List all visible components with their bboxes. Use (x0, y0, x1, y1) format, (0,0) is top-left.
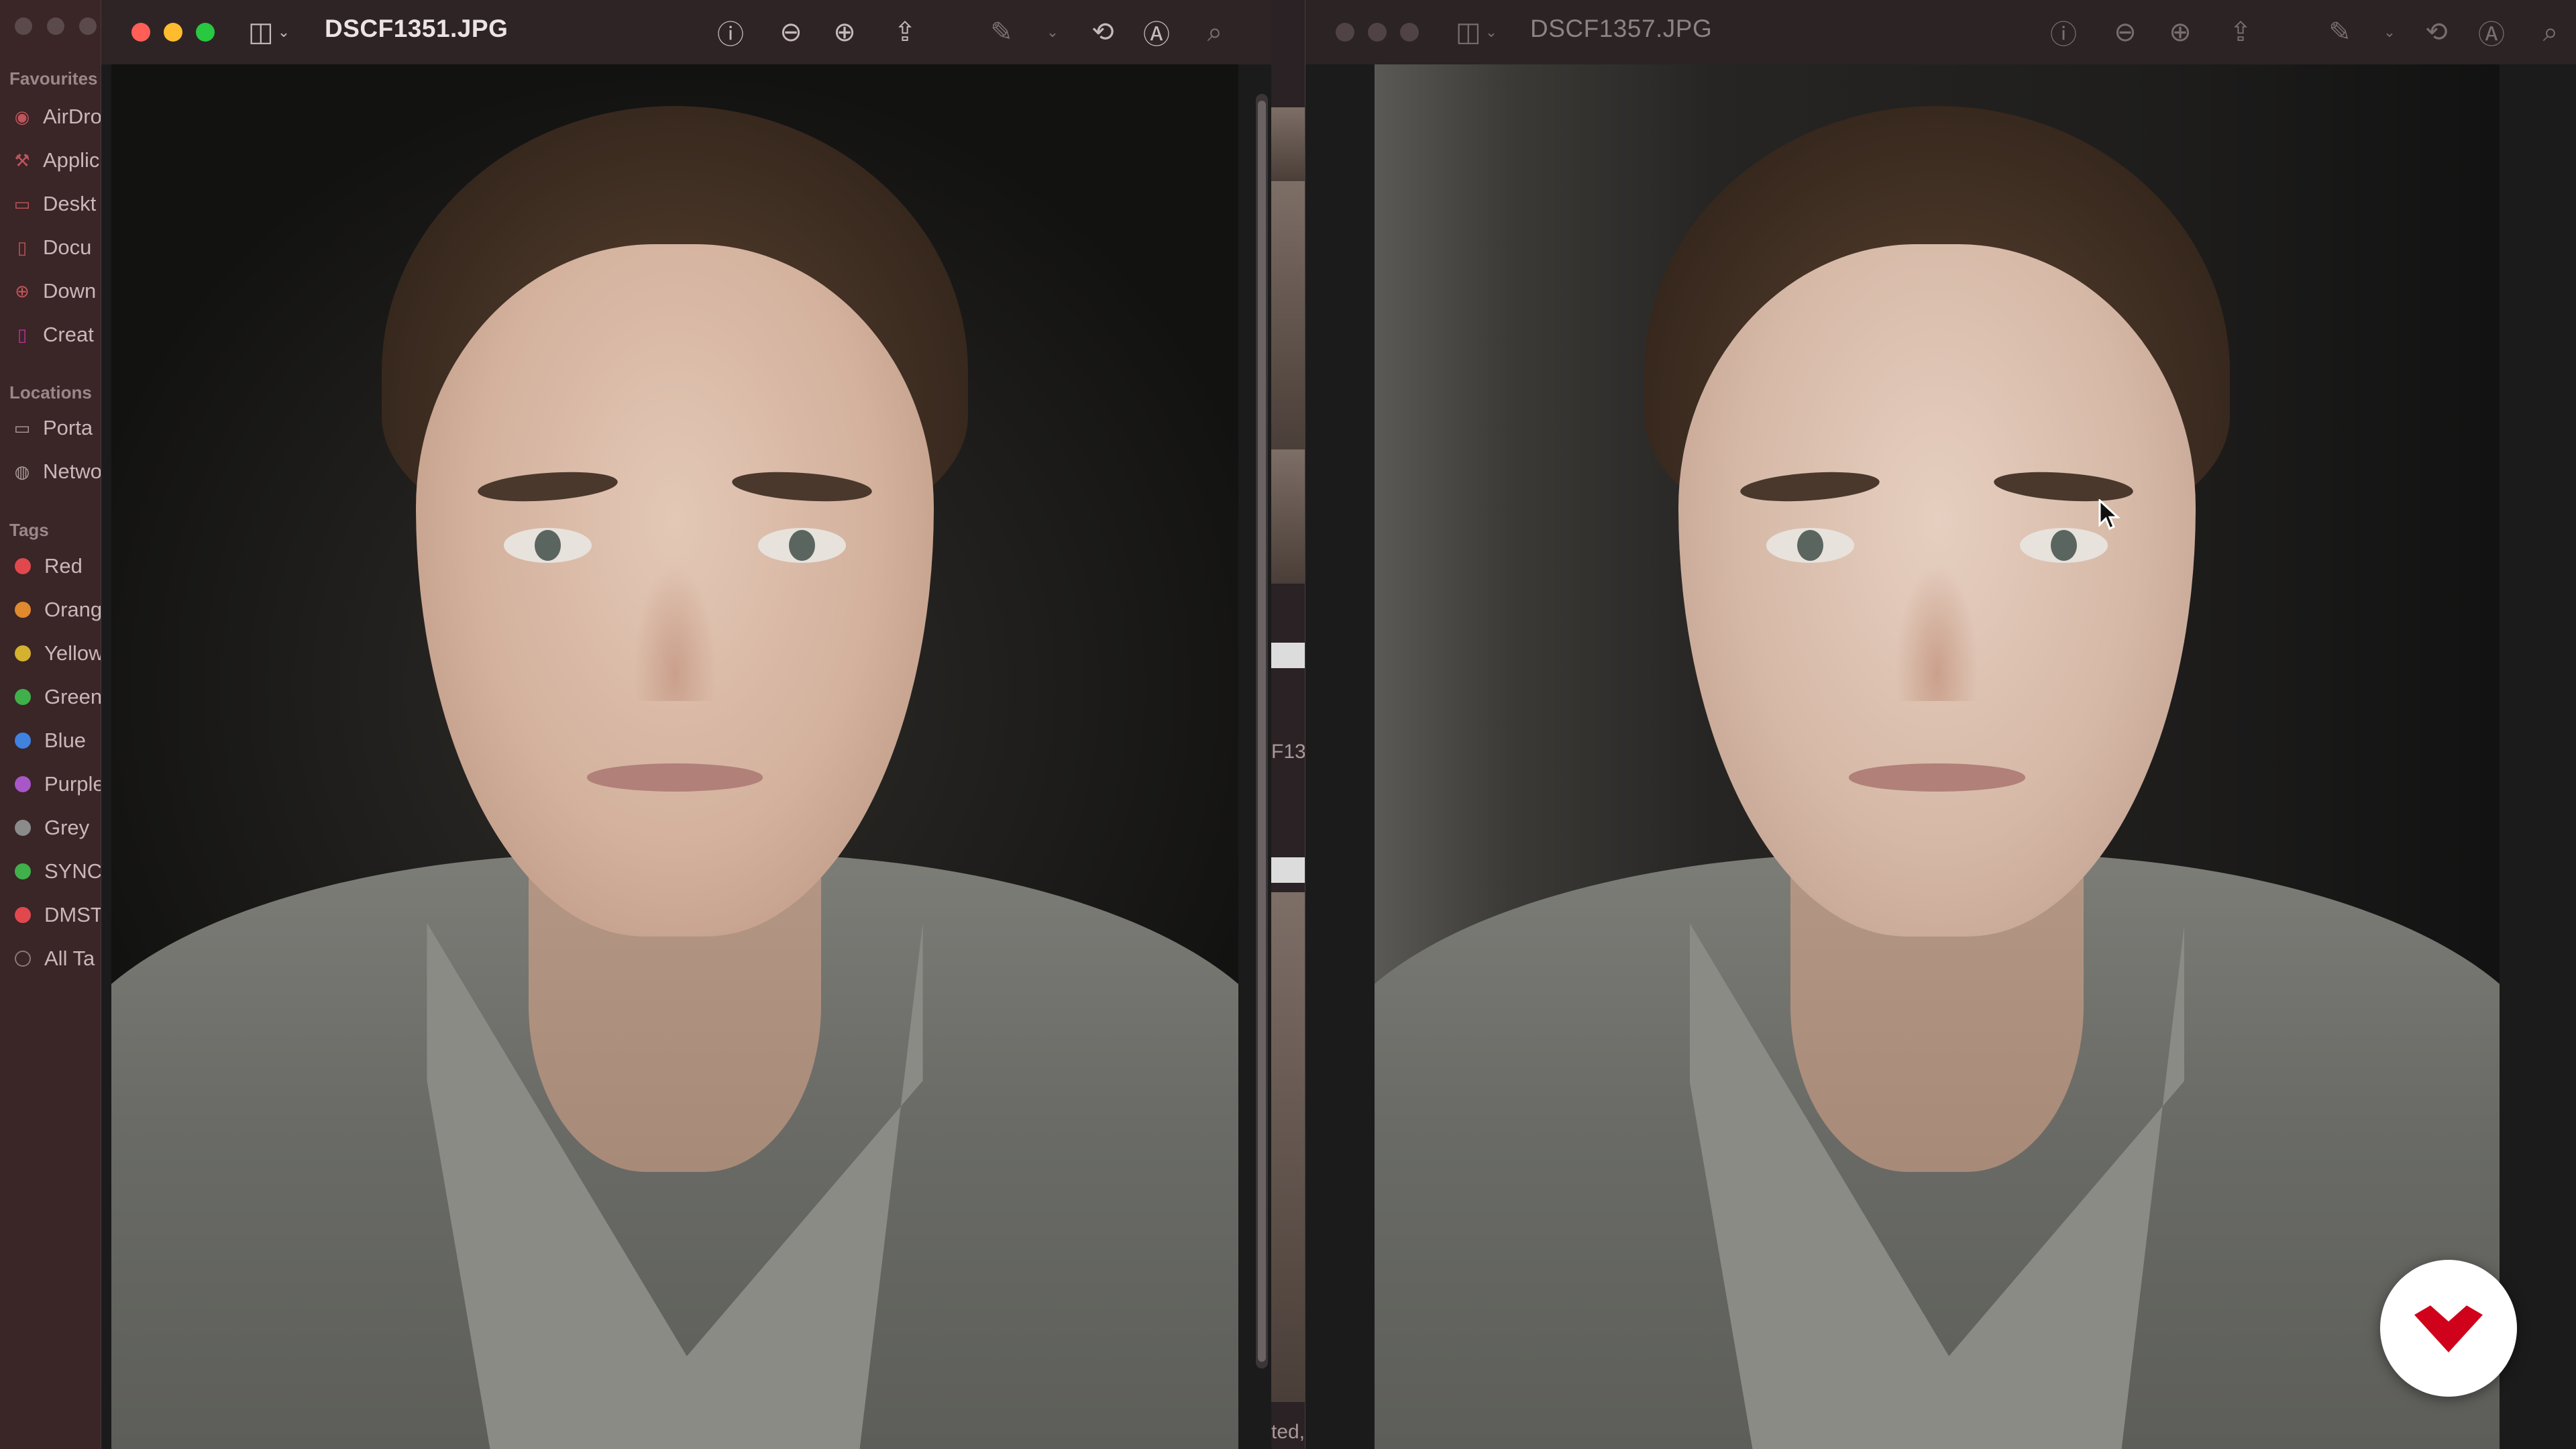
sidebar-toggle-icon[interactable]: ◫ ⌄ (1456, 12, 1497, 52)
info-icon[interactable]: ⓘ (2043, 12, 2084, 52)
thumbnail[interactable] (1271, 181, 1305, 449)
tag-color-dot (15, 558, 31, 574)
tag-green[interactable]: Green (12, 685, 102, 709)
network-icon: ◍ (14, 461, 30, 482)
titlebar[interactable]: ◫ ⌄ DSCF1351.JPG ⓘ ⊖ ⊕ ⇪ ✎ ⌄ ⟲ Ⓐ ⌕ (101, 0, 1272, 64)
sidebar-item-documents[interactable]: ▯ Docu (12, 235, 92, 260)
zoom-button[interactable] (196, 23, 215, 42)
sidebar-item-airdrop[interactable]: ◉ AirDro (12, 105, 102, 129)
tag-all-tags[interactable]: All Ta (12, 947, 95, 971)
sidebar-section-favourites: Favourites (9, 68, 98, 89)
scrollbar[interactable] (1256, 94, 1268, 1368)
documents-icon: ▯ (17, 237, 28, 258)
tag-sync[interactable]: SYNC (12, 859, 102, 883)
background-window-strip[interactable]: F135 ted, (1271, 0, 1305, 1449)
preview-window-left[interactable]: ◫ ⌄ DSCF1351.JPG ⓘ ⊖ ⊕ ⇪ ✎ ⌄ ⟲ Ⓐ ⌕ (101, 0, 1272, 1449)
search-icon[interactable]: ⌕ (2530, 12, 2571, 52)
photo-portrait (1375, 64, 2500, 1449)
close-button[interactable] (131, 23, 150, 42)
tag-red[interactable]: Red (12, 554, 83, 578)
tag-color-dot (15, 820, 31, 836)
brand-logo-icon (2414, 1305, 2483, 1352)
scroll-thumb[interactable] (1258, 101, 1266, 1362)
window-title: DSCF1357.JPG (1530, 15, 1713, 42)
finder-sidebar: Favourites ◉ AirDro ⚒ Applic ▭ Deskt ▯ Docu … (0, 0, 107, 1449)
tag-color-dot (15, 733, 31, 749)
tag-color-dot (15, 907, 31, 923)
brand-logo-badge (2380, 1260, 2517, 1397)
info-icon[interactable]: ⓘ (710, 12, 751, 52)
tag-orange[interactable]: Orang (12, 598, 102, 622)
sidebar-toggle-icon[interactable]: ◫ ⌄ (248, 12, 290, 52)
zoom-in-icon[interactable]: ⊕ (824, 12, 865, 52)
zoom-out-icon[interactable]: ⊖ (2105, 12, 2145, 52)
tag-color-dot (15, 602, 31, 618)
downloads-icon: ⊕ (15, 280, 30, 301)
tag-blue[interactable]: Blue (12, 729, 86, 753)
tag-color-dot (15, 776, 31, 792)
zoom-button[interactable] (1400, 23, 1419, 42)
search-icon[interactable]: ⌕ (1195, 12, 1235, 52)
tag-color-dot (15, 863, 31, 879)
rotate-icon[interactable]: ⟲ (1083, 12, 1123, 52)
sidebar-section-tags: Tags (9, 520, 49, 540)
sidebar-section-locations: Locations (9, 382, 92, 402)
sidebar-item-downloads[interactable]: ⊕ Down (12, 279, 96, 303)
close-button[interactable] (1336, 23, 1354, 42)
markup-icon[interactable]: Ⓐ (1136, 12, 1177, 52)
window-title: DSCF1351.JPG (325, 15, 508, 42)
sidebar-item-applications[interactable]: ⚒ Applic (12, 148, 99, 172)
text-fragment: ted, (1271, 1421, 1305, 1443)
desktop-icon: ▭ (13, 193, 31, 214)
photo-portrait (111, 64, 1238, 1449)
markup-pen-icon[interactable]: ✎ (2320, 12, 2360, 52)
document-icon: ▯ (17, 324, 28, 345)
markup-pen-icon[interactable]: ✎ (981, 12, 1022, 52)
titlebar[interactable]: ◫ ⌄ DSCF1357.JPG ⓘ ⊖ ⊕ ⇪ ✎ ⌄ ⟲ Ⓐ ⌕ (1305, 0, 2576, 64)
selection-bar (1271, 857, 1305, 883)
finder-window-controls (15, 17, 97, 35)
window-controls (131, 23, 215, 42)
sidebar-item-network[interactable]: ◍ Netwo (12, 460, 102, 484)
preview-window-right[interactable]: ◫ ⌄ DSCF1357.JPG ⓘ ⊖ ⊕ ⇪ ✎ ⌄ ⟲ Ⓐ ⌕ (1305, 0, 2576, 1449)
rotate-icon[interactable]: ⟲ (2416, 12, 2457, 52)
thumbnail[interactable] (1271, 107, 1305, 181)
thumbnail[interactable] (1271, 449, 1305, 584)
sidebar-item-drive[interactable]: ▭ Porta (12, 416, 93, 440)
share-icon[interactable]: ⇪ (2220, 12, 2261, 52)
all-tags-icon (15, 951, 31, 967)
applications-icon: ⚒ (14, 150, 30, 170)
minimize-button[interactable] (164, 23, 182, 42)
share-icon[interactable]: ⇪ (885, 12, 925, 52)
window-controls (1336, 23, 1419, 42)
sidebar-item-desktop[interactable]: ▭ Deskt (12, 192, 97, 216)
chevron-down-icon[interactable]: ⌄ (1032, 12, 1073, 52)
filename-fragment: F135 (1271, 741, 1305, 763)
thumbnail[interactable] (1271, 892, 1305, 1402)
tag-purple[interactable]: Purple (12, 772, 105, 796)
selection-bar (1271, 643, 1305, 668)
markup-icon[interactable]: Ⓐ (2471, 12, 2512, 52)
tag-grey[interactable]: Grey (12, 816, 89, 840)
chevron-down-icon[interactable]: ⌄ (2369, 12, 2410, 52)
zoom-out-icon[interactable]: ⊖ (771, 12, 811, 52)
sidebar-item-create[interactable]: ▯ Creat (12, 323, 94, 347)
airdrop-icon: ◉ (14, 106, 30, 127)
zoom-in-icon[interactable]: ⊕ (2160, 12, 2200, 52)
tag-color-dot (15, 645, 31, 661)
tag-yellow[interactable]: Yellow (12, 641, 103, 665)
mouse-cursor-icon (2098, 499, 2121, 531)
tag-dmst[interactable]: DMST (12, 903, 103, 927)
drive-icon: ▭ (13, 417, 31, 438)
minimize-button[interactable] (1368, 23, 1387, 42)
tag-color-dot (15, 689, 31, 705)
